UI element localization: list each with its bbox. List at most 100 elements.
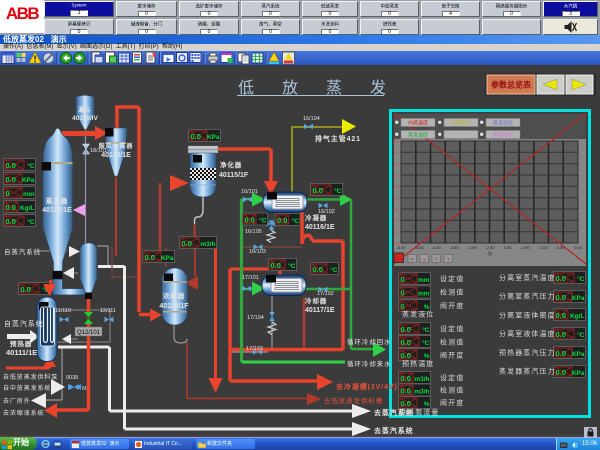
svg-text:0.0: 0.0 (556, 349, 566, 358)
svg-text:自中放蒸发系统: 自中放蒸发系统 (3, 384, 51, 392)
svg-text:mm: mm (418, 291, 430, 298)
svg-text:-1.00: -1.00 (538, 245, 548, 250)
svg-text:0.0: 0.0 (277, 216, 287, 225)
svg-text:0.0: 0.0 (271, 261, 281, 270)
svg-text:KPa: KPa (572, 370, 585, 377)
svg-text:°C: °C (422, 326, 430, 334)
svg-text:0.0: 0.0 (182, 239, 192, 248)
svg-text:m3/h: m3/h (414, 389, 429, 396)
svg-text:分离室蒸汽压力: 分离室蒸汽压力 (499, 292, 556, 301)
svg-text:冷却器: 冷却器 (305, 296, 327, 305)
svg-text:循环冷却来水: 循环冷却来水 (347, 359, 391, 368)
svg-text:0.0: 0.0 (556, 293, 566, 302)
svg-text:m3/h: m3/h (200, 241, 215, 248)
svg-text:17/101: 17/101 (242, 275, 259, 281)
svg-text:32: 32 (395, 218, 400, 223)
svg-text:0.00: 0.00 (574, 245, 583, 250)
svg-text:12/111: 12/111 (100, 308, 116, 314)
svg-text:°C: °C (334, 187, 342, 195)
svg-text:0: 0 (401, 302, 405, 311)
svg-text:-2.50: -2.50 (485, 245, 495, 250)
svg-text:54: 54 (395, 196, 400, 201)
svg-text:阀开度: 阀开度 (440, 301, 464, 310)
svg-text:40117/1E: 40117/1E (305, 307, 335, 314)
svg-text:-4.50: -4.50 (414, 245, 424, 250)
svg-text:M: M (82, 386, 87, 392)
svg-text:循环冷却回水: 循环冷却回水 (347, 337, 391, 346)
svg-text:0.0: 0.0 (401, 387, 411, 396)
svg-text:排风温度: 排风温度 (493, 132, 513, 139)
svg-text:KPa: KPa (572, 295, 585, 302)
svg-text:18/101: 18/101 (90, 148, 107, 154)
svg-text:净化器: 净化器 (220, 160, 242, 169)
svg-text:分离室蒸汽温度: 分离室蒸汽温度 (499, 273, 556, 282)
svg-text:设定值: 设定值 (440, 274, 464, 283)
svg-text:17/104: 17/104 (247, 315, 264, 321)
svg-text:16/103: 16/103 (249, 249, 266, 255)
svg-text:87: 87 (395, 162, 400, 167)
svg-text:16/102: 16/102 (318, 209, 335, 215)
svg-text:KPa: KPa (161, 255, 174, 262)
svg-text:0.0: 0.0 (556, 274, 566, 283)
svg-text:分: 分 (488, 250, 493, 257)
svg-text:0.0: 0.0 (556, 311, 566, 320)
svg-text:检测值: 检测值 (440, 288, 464, 297)
svg-text:自蒸汽系统: 自蒸汽系统 (4, 319, 44, 328)
svg-text:-2.00: -2.00 (502, 245, 512, 250)
svg-text:分离室液体温度: 分离室液体温度 (499, 329, 556, 338)
svg-text:21: 21 (395, 230, 400, 235)
svg-text:去蒸汽系统: 去蒸汽系统 (374, 408, 414, 417)
svg-text:11/110: 11/110 (55, 308, 71, 314)
svg-text:0: 0 (401, 275, 405, 284)
svg-text:Q12/101: Q12/101 (77, 330, 101, 336)
svg-text:16/104: 16/104 (303, 116, 320, 122)
svg-text:分离室液体密度: 分离室液体密度 (499, 310, 556, 319)
svg-text:设定值: 设定值 (440, 324, 464, 333)
svg-text:17/103: 17/103 (246, 346, 263, 352)
svg-text:16/101: 16/101 (241, 189, 258, 195)
svg-text:0.0: 0.0 (6, 217, 16, 226)
svg-text:°C: °C (422, 339, 430, 347)
svg-text:Kg/L: Kg/L (570, 313, 584, 320)
svg-text:自低放蒸发供料泵: 自低放蒸发供料泵 (3, 373, 58, 381)
svg-text:阀开度: 阀开度 (440, 351, 464, 360)
svg-text:0.0: 0.0 (556, 330, 566, 339)
svg-text:-3.00: -3.00 (467, 245, 477, 250)
svg-text:16/105: 16/105 (245, 229, 262, 235)
svg-text:-0.50: -0.50 (555, 245, 565, 250)
svg-text:°C: °C (27, 162, 35, 170)
svg-text:40111/1E: 40111/1E (6, 348, 37, 357)
svg-text:0.0: 0.0 (401, 374, 411, 383)
svg-text:Y: Y (447, 257, 450, 262)
svg-text:去冷凝槽(3V/4V): 去冷凝槽(3V/4V) (336, 382, 398, 391)
svg-text:-4.00: -4.00 (431, 245, 441, 250)
svg-text:KPa: KPa (572, 351, 585, 358)
svg-text:参数总览表: 参数总览表 (490, 80, 532, 90)
svg-text:40116/1E: 40116/1E (305, 224, 335, 231)
svg-text:0.0: 0.0 (401, 338, 411, 347)
svg-text:40114/1F: 40114/1F (159, 303, 189, 310)
svg-text:0.0: 0.0 (401, 351, 411, 360)
svg-text:低放蒸发: 低放蒸发 (238, 79, 414, 97)
svg-text:0.0: 0.0 (21, 285, 31, 294)
svg-text:蒸发液位: 蒸发液位 (493, 120, 513, 127)
svg-text:预热器蒸汽压力: 预热器蒸汽压力 (499, 348, 556, 357)
svg-text:蒸发器蒸汽压力: 蒸发器蒸汽压力 (499, 367, 556, 376)
svg-text:99: 99 (395, 150, 400, 155)
svg-text:预热温度: 预热温度 (402, 359, 434, 368)
svg-text:°C: °C (577, 275, 585, 283)
svg-text:去厂房外: 去厂房外 (3, 397, 31, 405)
svg-text:检测值: 检测值 (440, 338, 464, 347)
svg-text:0.0: 0.0 (6, 161, 16, 170)
svg-text:KPa: KPa (207, 134, 220, 141)
svg-text:76: 76 (395, 173, 400, 178)
svg-text:0.0: 0.0 (6, 175, 16, 184)
svg-text:预热器: 预热器 (10, 339, 32, 348)
svg-text:%: % (424, 401, 430, 408)
svg-text:阀开度: 阀开度 (440, 398, 464, 407)
svg-text:%: % (424, 353, 430, 360)
svg-text:蒸发液位: 蒸发液位 (402, 310, 434, 319)
svg-text:0: 0 (401, 289, 405, 298)
svg-text:检测值: 检测值 (440, 386, 464, 395)
svg-text:蒸发温度: 蒸发温度 (408, 132, 428, 139)
